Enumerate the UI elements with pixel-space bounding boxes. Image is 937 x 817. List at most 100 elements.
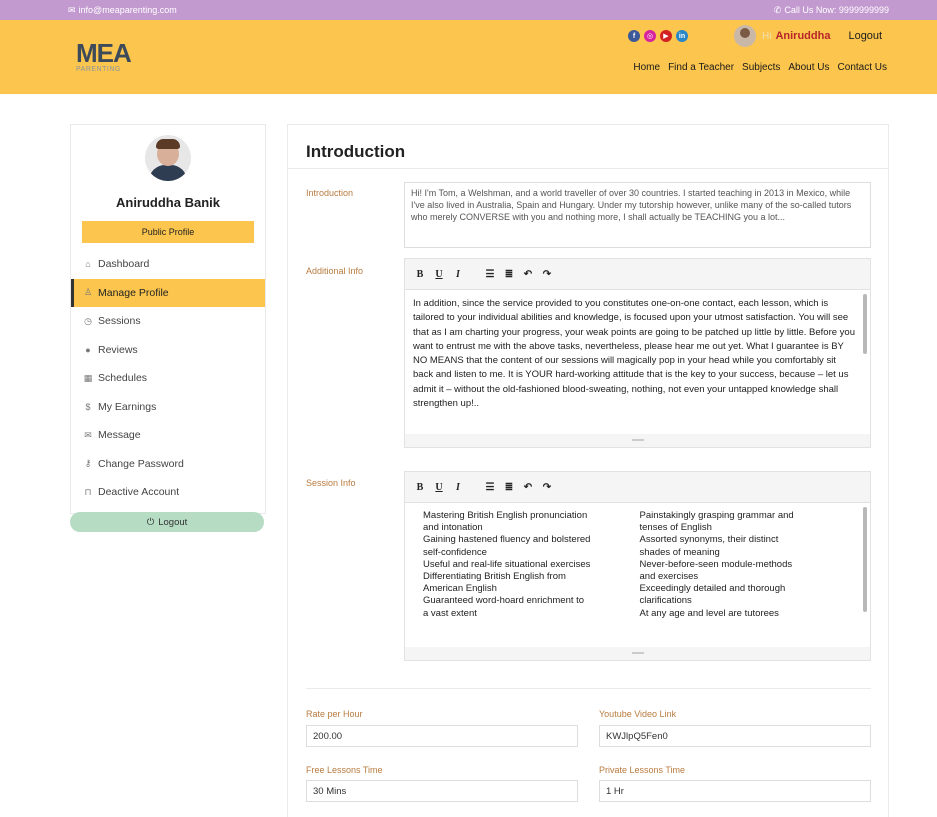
- list-item: tenses of English: [639, 522, 712, 534]
- list-item: and intonation: [423, 522, 483, 534]
- free-lessons-input[interactable]: 30 Mins: [306, 780, 578, 802]
- nav-about[interactable]: About Us: [788, 62, 829, 73]
- list-item: a vast extent: [423, 607, 477, 619]
- additional-info-label: Additional Info: [306, 266, 364, 276]
- list-item: and exercises: [639, 571, 699, 583]
- email-link[interactable]: ✉ info@meaparenting.com: [68, 5, 177, 16]
- list-item: shades of meaning: [639, 546, 720, 558]
- site-logo[interactable]: MEA PARENTING: [76, 40, 146, 80]
- session-info-editor: B U I ☰ ≣ ↶ ↷ Mastering British English …: [404, 471, 871, 661]
- redo-icon[interactable]: ↷: [542, 269, 552, 280]
- facebook-icon[interactable]: f: [628, 30, 640, 42]
- introduction-panel: Introduction Introduction Hi! I'm Tom, a…: [287, 124, 889, 817]
- list-item: At any age and level are tutorees: [639, 607, 779, 619]
- user-icon: ♙: [83, 287, 93, 298]
- list-item: Differentiating British English from: [423, 571, 566, 583]
- linkedin-icon[interactable]: in: [676, 30, 688, 42]
- user-menu: Hi Aniruddha Logout: [734, 25, 882, 47]
- session-list-left: Mastering British English pronunciation …: [423, 510, 640, 620]
- phone-link[interactable]: ✆ Call Us Now: 9999999999: [774, 5, 889, 16]
- sidebar-item-reviews[interactable]: ● Reviews: [71, 336, 265, 365]
- underline-button[interactable]: U: [434, 482, 444, 493]
- site-header: MEA PARENTING f ◎ ▶ in Hi Aniruddha Logo…: [0, 20, 937, 94]
- username-link[interactable]: Aniruddha: [775, 30, 830, 42]
- phone-icon: ✆: [773, 4, 782, 15]
- youtube-icon[interactable]: ▶: [660, 30, 672, 42]
- social-links: f ◎ ▶ in: [628, 30, 688, 42]
- dollar-icon: $: [85, 401, 91, 412]
- editor-toolbar: B U I ☰ ≣ ↶ ↷: [405, 259, 870, 289]
- editor-toolbar: B U I ☰ ≣ ↶ ↷: [405, 472, 870, 502]
- rate-input[interactable]: 200.00: [306, 725, 578, 747]
- instagram-icon[interactable]: ◎: [644, 30, 656, 42]
- bulleted-list-icon[interactable]: ☰: [485, 482, 495, 493]
- sidebar-menu: ⌂ Dashboard ♙ Manage Profile ◷ Sessions …: [71, 250, 265, 507]
- numbered-list-icon[interactable]: ≣: [504, 482, 514, 493]
- list-item: Assorted synonyms, their distinct: [639, 534, 779, 546]
- introduction-label: Introduction: [306, 188, 354, 198]
- session-info-content[interactable]: Mastering British English pronunciation …: [405, 502, 870, 647]
- header-logout-link[interactable]: Logout: [848, 30, 882, 42]
- sidebar-item-manage-profile[interactable]: ♙ Manage Profile: [71, 278, 265, 307]
- additional-info-content[interactable]: In addition, since the service provided …: [405, 289, 870, 434]
- italic-button[interactable]: I: [453, 482, 463, 493]
- sidebar-item-dashboard[interactable]: ⌂ Dashboard: [71, 250, 265, 279]
- undo-icon[interactable]: ↶: [523, 269, 533, 280]
- scrollbar[interactable]: [863, 294, 867, 354]
- profile-avatar: [145, 135, 191, 181]
- public-profile-button[interactable]: Public Profile: [82, 221, 254, 243]
- resize-handle[interactable]: [405, 434, 870, 446]
- sidebar-item-message[interactable]: ✉ Message: [71, 421, 265, 450]
- italic-button[interactable]: I: [453, 269, 463, 280]
- list-item: American English: [423, 583, 497, 595]
- sidebar-item-change-password[interactable]: ⚷ Change Password: [71, 450, 265, 479]
- nav-subjects[interactable]: Subjects: [742, 62, 780, 73]
- comments-icon: ●: [85, 344, 91, 355]
- avatar[interactable]: [734, 25, 756, 47]
- key-icon: ⚷: [84, 458, 92, 469]
- lock-icon: ⊓: [84, 486, 92, 497]
- session-info-label: Session Info: [306, 478, 356, 488]
- bold-button[interactable]: B: [415, 482, 425, 493]
- sidebar-item-sessions[interactable]: ◷ Sessions: [71, 307, 265, 336]
- numbered-list-icon[interactable]: ≣: [504, 269, 514, 280]
- envelope-icon: ✉: [68, 4, 76, 15]
- list-item: Painstakingly grasping grammar and: [639, 510, 794, 521]
- power-icon: ⏻: [146, 516, 155, 528]
- sidebar-item-earnings[interactable]: $ My Earnings: [71, 393, 265, 422]
- undo-icon[interactable]: ↶: [523, 482, 533, 493]
- introduction-textarea[interactable]: Hi! I'm Tom, a Welshman, and a world tra…: [404, 182, 871, 248]
- rate-label: Rate per Hour: [306, 709, 363, 719]
- list-item: Guaranteed word-hoard enrichment to: [423, 595, 585, 607]
- profile-name: Aniruddha Banik: [115, 195, 220, 210]
- nav-contact[interactable]: Contact Us: [838, 62, 887, 73]
- redo-icon[interactable]: ↷: [542, 482, 552, 493]
- additional-info-editor: B U I ☰ ≣ ↶ ↷ In addition, since the ser…: [404, 258, 871, 448]
- private-lessons-input[interactable]: 1 Hr: [599, 780, 871, 802]
- list-item: Useful and real-life situational exercis…: [423, 558, 591, 570]
- nav-home[interactable]: Home: [633, 62, 660, 73]
- sidebar-item-schedules[interactable]: ▦ Schedules: [71, 364, 265, 393]
- session-list-right: Painstakingly grasping grammar and tense…: [640, 510, 857, 620]
- page-title: Introduction: [288, 125, 888, 169]
- divider: [306, 688, 871, 689]
- bulleted-list-icon[interactable]: ☰: [485, 269, 495, 280]
- youtube-input[interactable]: KWJlpQ5Fen0: [599, 725, 871, 747]
- main-nav: Home Find a Teacher Subjects About Us Co…: [633, 62, 887, 73]
- sidebar-logout-button[interactable]: ⏻ Logout: [70, 512, 264, 532]
- nav-find-teacher[interactable]: Find a Teacher: [668, 62, 734, 73]
- resize-handle[interactable]: [405, 647, 870, 659]
- underline-button[interactable]: U: [434, 269, 444, 280]
- bold-button[interactable]: B: [415, 269, 425, 280]
- list-item: Gaining hastened fluency and bolstered: [423, 534, 591, 546]
- youtube-label: Youtube Video Link: [599, 709, 677, 719]
- private-lessons-label: Private Lessons Time: [599, 765, 686, 775]
- scrollbar[interactable]: [863, 507, 867, 612]
- sidebar-item-deactivate[interactable]: ⊓ Deactive Account: [71, 478, 265, 507]
- clock-icon: ◷: [84, 315, 92, 326]
- envelope-icon: ✉: [84, 429, 92, 440]
- list-item: clarifications: [639, 595, 692, 607]
- list-item: Mastering British English pronunciation: [423, 510, 588, 521]
- top-bar: ✉ info@meaparenting.com ✆ Call Us Now: 9…: [0, 0, 937, 20]
- free-lessons-label: Free Lessons Time: [306, 765, 383, 775]
